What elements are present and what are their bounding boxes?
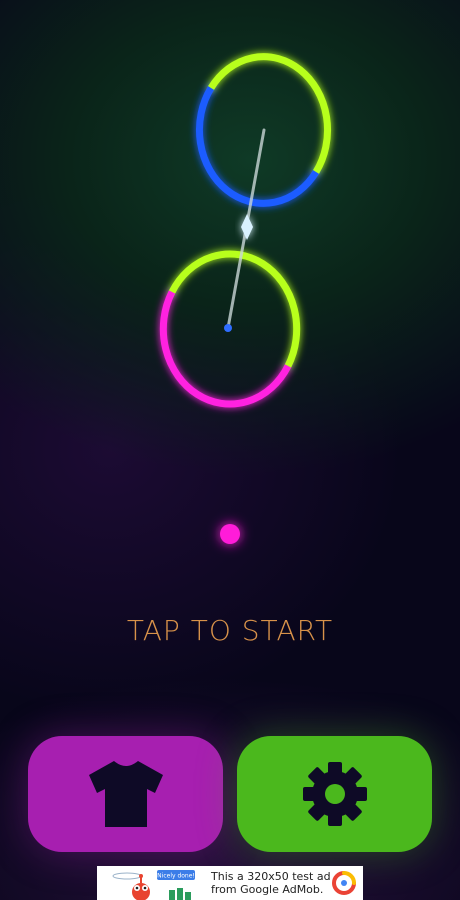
player-ball	[220, 524, 240, 544]
ad-mascot-art: Nicely done!	[112, 870, 195, 900]
t-shirt-icon	[88, 761, 163, 827]
settings-button[interactable]	[237, 736, 432, 852]
ad-text-line1: This a 320x50 test ad	[211, 870, 331, 883]
admob-logo-icon	[332, 871, 356, 895]
ad-text-line2: from Google AdMob.	[211, 883, 324, 896]
upper-ring-green-segment	[208, 53, 331, 174]
tap-to-start-prompt[interactable]: TAP TO START	[0, 614, 460, 647]
skins-button[interactable]	[28, 736, 223, 852]
ad-banner[interactable]: Nicely done! This a 320x50 test ad from …	[97, 866, 363, 900]
lower-ring-green-segment	[168, 250, 301, 368]
needle-pivot-dot	[224, 324, 232, 332]
gear-icon	[302, 762, 367, 826]
ad-badge-text: Nicely done!	[157, 873, 195, 880]
lower-ring-magenta-segment	[159, 290, 292, 408]
ad-text: This a 320x50 test ad from Google AdMob.	[201, 870, 331, 896]
diamond-star	[241, 214, 253, 240]
upper-ring-blue-segment	[196, 86, 319, 207]
